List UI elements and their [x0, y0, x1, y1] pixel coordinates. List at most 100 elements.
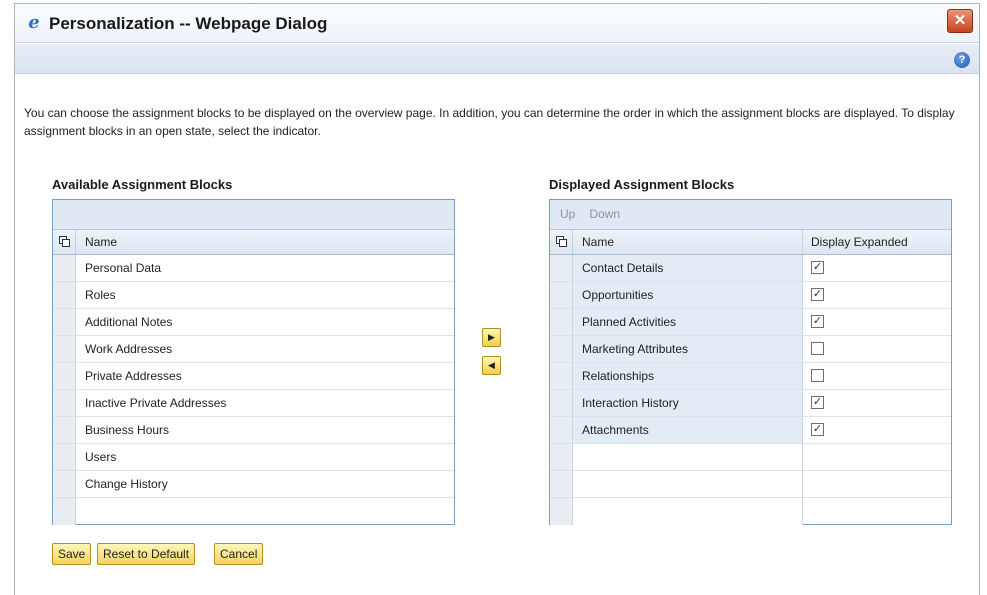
table-row[interactable]: Contact Details ✓	[550, 255, 951, 282]
row-selector[interactable]	[53, 390, 76, 416]
table-row[interactable]: Attachments ✓	[550, 417, 951, 444]
row-selector[interactable]	[53, 471, 76, 497]
select-all-cell[interactable]	[53, 230, 76, 254]
table-row[interactable]: Opportunities ✓	[550, 282, 951, 309]
displayed-table: Up Down Name Display Expanded Contact Det…	[549, 199, 952, 525]
row-selector[interactable]	[550, 255, 573, 281]
display-expanded-checkbox[interactable]	[811, 369, 824, 382]
row-name	[573, 471, 803, 497]
row-selector[interactable]	[550, 444, 573, 470]
displayed-column-expanded[interactable]: Display Expanded	[803, 230, 951, 254]
row-selector[interactable]	[53, 282, 76, 308]
displayed-title: Displayed Assignment Blocks	[549, 177, 735, 192]
row-selector[interactable]	[550, 363, 573, 389]
table-row[interactable]	[550, 444, 951, 471]
cancel-button[interactable]: Cancel	[214, 543, 264, 565]
displayed-rows: Contact Details ✓ Opportunities ✓ Planned Ac…	[550, 255, 951, 525]
add-block-button[interactable]: ▶	[482, 328, 501, 347]
table-row[interactable]: Change History	[53, 471, 454, 498]
row-selector[interactable]	[53, 444, 76, 470]
row-name: Planned Activities	[573, 309, 803, 335]
display-expanded-checkbox[interactable]: ✓	[811, 315, 824, 328]
row-selector[interactable]	[53, 498, 76, 525]
row-name: Marketing Attributes	[573, 336, 803, 362]
row-selector[interactable]	[53, 417, 76, 443]
row-name: Inactive Private Addresses	[85, 396, 227, 410]
remove-block-button[interactable]: ◀	[482, 356, 501, 375]
row-selector[interactable]	[53, 363, 76, 389]
table-row[interactable]: Additional Notes	[53, 309, 454, 336]
table-row[interactable]: Marketing Attributes	[550, 336, 951, 363]
table-row[interactable]	[550, 498, 951, 525]
save-button[interactable]: Save	[52, 543, 92, 565]
intro-text: You can choose the assignment blocks to …	[24, 106, 955, 138]
table-row[interactable]: Inactive Private Addresses	[53, 390, 454, 417]
row-name	[76, 498, 85, 525]
display-expanded-checkbox[interactable]: ✓	[811, 396, 824, 409]
display-expanded-checkbox[interactable]	[811, 342, 824, 355]
displayed-column-name[interactable]: Name	[573, 230, 803, 254]
row-name: Private Addresses	[85, 369, 182, 383]
display-expanded-cell	[803, 471, 951, 497]
copy-icon	[556, 236, 568, 248]
displayed-header: Name Display Expanded	[550, 230, 951, 255]
table-row[interactable]: Users	[53, 444, 454, 471]
row-selector[interactable]	[550, 390, 573, 416]
display-expanded-cell	[803, 336, 951, 362]
row-name: Interaction History	[573, 390, 803, 416]
table-row[interactable]: Planned Activities ✓	[550, 309, 951, 336]
help-icon[interactable]: ?	[954, 52, 970, 68]
display-expanded-cell: ✓	[803, 390, 951, 416]
row-selector[interactable]	[53, 309, 76, 335]
row-selector[interactable]	[550, 417, 573, 443]
row-selector[interactable]	[550, 471, 573, 497]
available-header: Name	[53, 230, 454, 255]
displayed-toolbar: Up Down	[550, 200, 951, 230]
table-row[interactable]: Work Addresses	[53, 336, 454, 363]
table-row[interactable]: Relationships	[550, 363, 951, 390]
row-selector[interactable]	[53, 255, 76, 281]
table-row[interactable]: Interaction History ✓	[550, 390, 951, 417]
table-row[interactable]	[550, 471, 951, 498]
display-expanded-cell	[803, 444, 951, 470]
up-button[interactable]: Up	[560, 207, 575, 221]
table-row[interactable]: Private Addresses	[53, 363, 454, 390]
display-expanded-cell: ✓	[803, 255, 951, 281]
available-table: Name Personal Data Roles Additional Notes W…	[52, 199, 455, 525]
row-selector[interactable]	[53, 336, 76, 362]
table-row[interactable]: Roles	[53, 282, 454, 309]
available-column-name[interactable]: Name	[76, 230, 117, 254]
display-expanded-checkbox[interactable]: ✓	[811, 261, 824, 274]
table-row[interactable]: Business Hours	[53, 417, 454, 444]
table-row[interactable]: Personal Data	[53, 255, 454, 282]
row-name	[573, 444, 803, 470]
close-button[interactable]: ✕	[947, 9, 973, 33]
row-selector[interactable]	[550, 498, 573, 525]
window-title: Personalization -- Webpage Dialog	[49, 14, 328, 33]
available-title: Available Assignment Blocks	[52, 177, 233, 192]
display-expanded-checkbox[interactable]: ✓	[811, 423, 824, 436]
row-selector[interactable]	[550, 282, 573, 308]
down-button[interactable]: Down	[589, 207, 620, 221]
title-bar: e Personalization -- Webpage Dialog ✕	[15, 4, 979, 43]
row-name: Opportunities	[573, 282, 803, 308]
available-rows: Personal Data Roles Additional Notes Work A…	[53, 255, 454, 525]
row-name: Attachments	[573, 417, 803, 443]
row-name: Relationships	[573, 363, 803, 389]
row-name: Personal Data	[85, 261, 162, 275]
select-all-cell[interactable]	[550, 230, 573, 254]
available-toolbar	[53, 200, 454, 230]
row-name: Additional Notes	[85, 315, 173, 329]
table-row[interactable]	[53, 498, 454, 525]
row-selector[interactable]	[550, 309, 573, 335]
row-name: Roles	[85, 288, 116, 302]
row-name: Change History	[85, 477, 168, 491]
toolbar-strip: ?	[15, 44, 979, 74]
display-expanded-cell	[803, 363, 951, 389]
display-expanded-cell: ✓	[803, 309, 951, 335]
display-expanded-checkbox[interactable]: ✓	[811, 288, 824, 301]
row-name	[573, 498, 803, 525]
reset-to-default-button[interactable]: Reset to Default	[97, 543, 196, 565]
row-name: Work Addresses	[85, 342, 173, 356]
row-selector[interactable]	[550, 336, 573, 362]
